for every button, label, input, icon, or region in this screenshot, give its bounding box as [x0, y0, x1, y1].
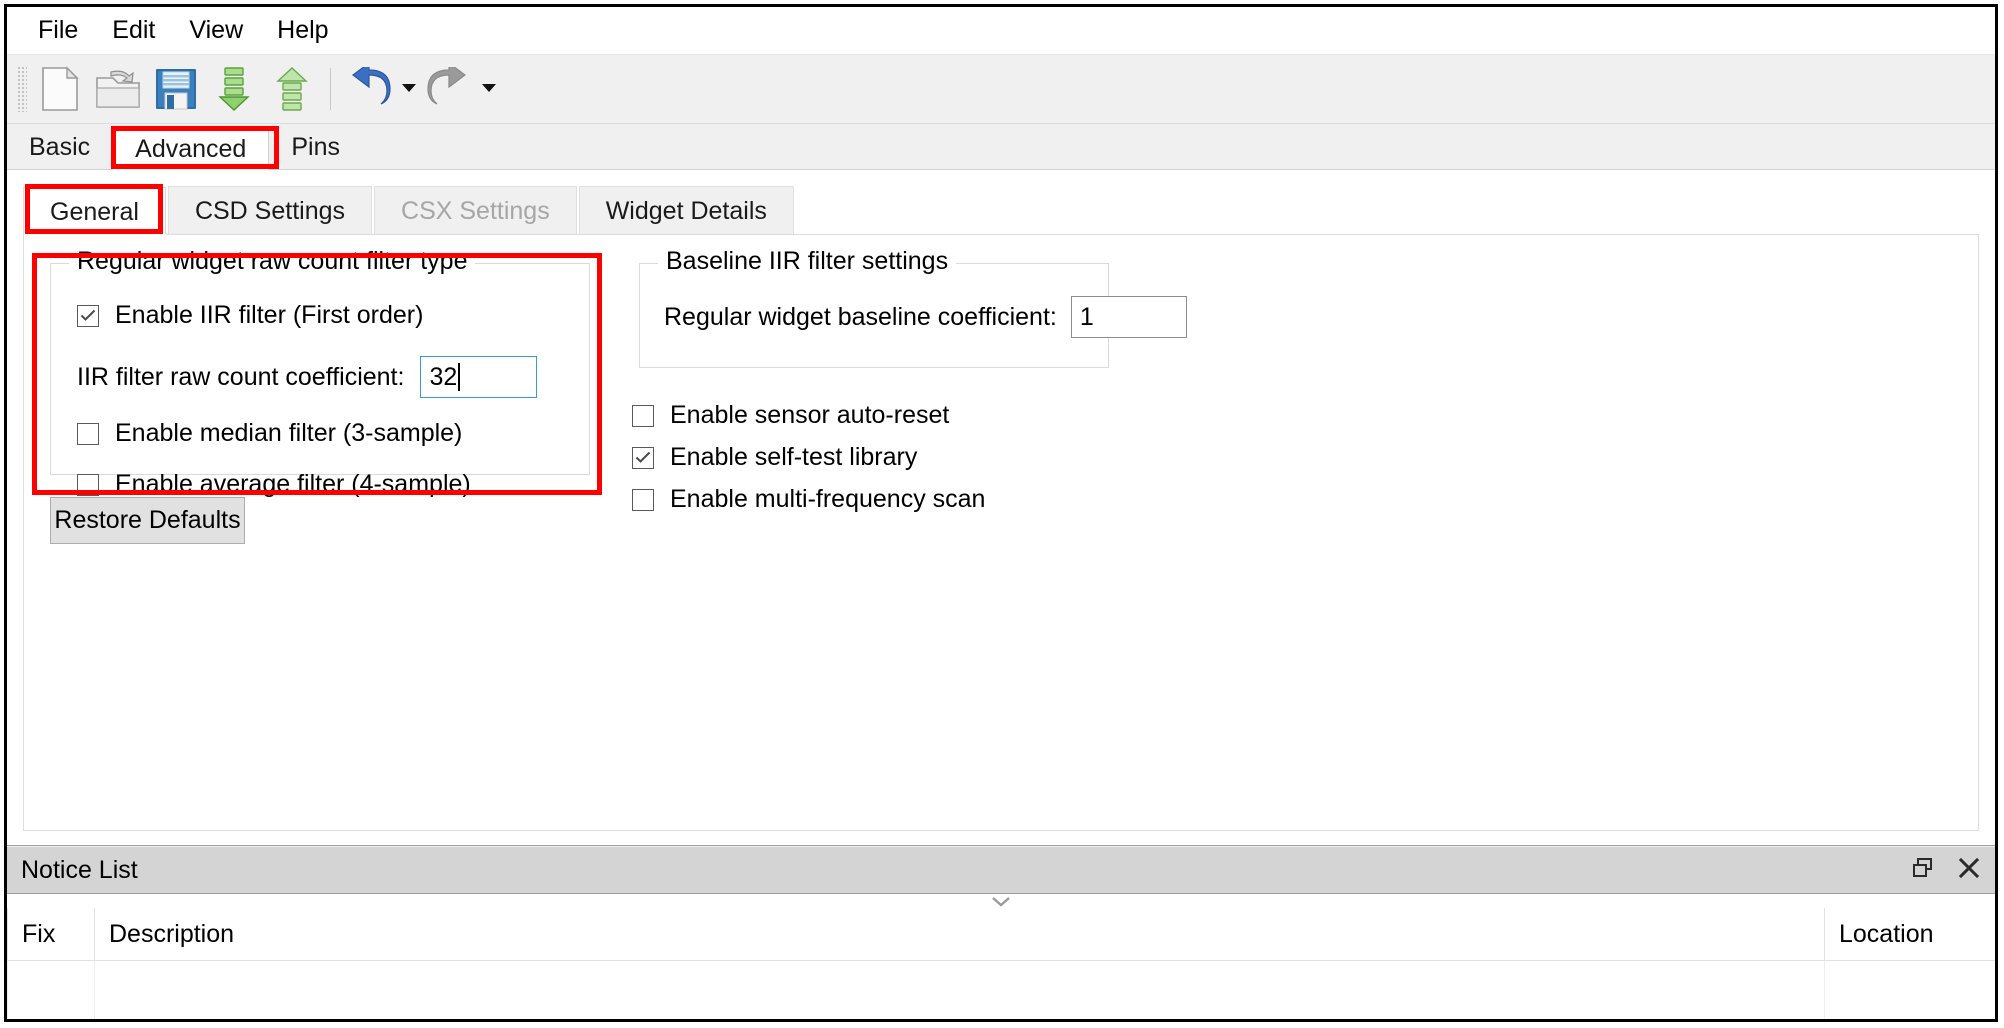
baseline-coefficient-row: Regular widget baseline coefficient: 1: [664, 296, 1187, 338]
enable-self-test-library-label: Enable self-test library: [670, 443, 918, 471]
column-header-location[interactable]: Location: [1825, 908, 1995, 960]
tab-pins[interactable]: Pins: [269, 126, 362, 169]
application-window: File Edit View Help Basic Advanced Pins …: [4, 4, 1998, 1022]
checkmark-icon: [635, 451, 651, 463]
notice-list-title: Notice List: [21, 855, 138, 884]
enable-median-filter-row[interactable]: Enable median filter (3-sample): [77, 419, 462, 448]
iir-coefficient-value: 32: [429, 362, 458, 391]
enable-multi-frequency-scan-label: Enable multi-frequency scan: [670, 485, 986, 513]
menu-item-edit[interactable]: Edit: [95, 14, 172, 47]
content-pane: General CSD Settings CSX Settings Widget…: [7, 170, 1995, 845]
open-file-button[interactable]: [89, 61, 147, 117]
close-icon: [1958, 857, 1980, 884]
enable-average-filter-row[interactable]: Enable average filter (4-sample): [77, 470, 471, 499]
save-icon: [154, 67, 198, 111]
save-button[interactable]: [147, 61, 205, 117]
column-header-description[interactable]: Description: [95, 908, 1825, 960]
enable-average-filter-label: Enable average filter (4-sample): [115, 470, 471, 498]
toolbar: [7, 55, 1995, 124]
open-folder-icon: [95, 68, 141, 110]
column-header-fix[interactable]: Fix: [7, 908, 95, 960]
subtab-general[interactable]: General: [23, 187, 166, 235]
toolbar-grip[interactable]: [17, 66, 27, 112]
enable-multi-frequency-scan-row[interactable]: Enable multi-frequency scan: [632, 485, 985, 514]
enable-sensor-auto-reset-label: Enable sensor auto-reset: [670, 401, 950, 429]
notice-list-close-button[interactable]: [1949, 850, 1989, 890]
notice-list-dock: Notice List Fix Description Location: [7, 845, 1995, 1019]
notice-list-rows: [7, 961, 1995, 1019]
undo-dropdown-arrow[interactable]: [398, 61, 420, 117]
checkmark-icon: [80, 309, 96, 321]
upload-icon: [272, 66, 312, 112]
new-file-icon: [40, 66, 80, 112]
notice-list-header: Notice List: [7, 846, 1995, 894]
download-icon: [214, 66, 254, 112]
undo-button[interactable]: [340, 61, 398, 117]
restore-defaults-button[interactable]: Restore Defaults: [50, 497, 245, 544]
menu-item-file[interactable]: File: [21, 14, 95, 47]
iir-coefficient-input[interactable]: 32: [420, 356, 538, 398]
redo-split-button[interactable]: [420, 61, 500, 117]
baseline-coefficient-label: Regular widget baseline coefficient:: [664, 302, 1057, 331]
menu-item-help[interactable]: Help: [260, 14, 345, 47]
notice-list-float-button[interactable]: [1903, 850, 1943, 890]
menu-bar: File Edit View Help: [7, 7, 1995, 55]
float-icon: [1912, 857, 1934, 884]
enable-self-test-library-checkbox[interactable]: [632, 446, 654, 469]
enable-sensor-auto-reset-row[interactable]: Enable sensor auto-reset: [632, 401, 949, 430]
secondary-tab-strip: General CSD Settings CSX Settings Widget…: [23, 184, 1979, 235]
baseline-coefficient-value: 1: [1079, 302, 1094, 331]
general-tab-panel: Regular widget raw count filter type Ena…: [23, 234, 1979, 831]
regular-widget-filter-group: Regular widget raw count filter type Ena…: [50, 247, 590, 498]
undo-split-button[interactable]: [340, 61, 420, 117]
enable-average-filter-checkbox[interactable]: [77, 473, 99, 496]
tab-basic[interactable]: Basic: [7, 126, 113, 169]
iir-coefficient-label: IIR filter raw count coefficient:: [77, 362, 405, 391]
baseline-iir-filter-group-title: Baseline IIR filter settings: [658, 247, 957, 276]
subtab-csd-settings[interactable]: CSD Settings: [167, 186, 373, 234]
subtab-widget-details[interactable]: Widget Details: [578, 186, 794, 234]
text-caret: [458, 363, 461, 391]
chevron-down-icon: [401, 80, 417, 98]
new-file-button[interactable]: [31, 61, 89, 117]
import-button[interactable]: [205, 61, 263, 117]
enable-median-filter-checkbox[interactable]: [77, 422, 99, 445]
toolbar-separator: [330, 68, 331, 110]
subtab-csx-settings: CSX Settings: [374, 186, 577, 234]
notice-list-description-column: [95, 961, 1825, 1019]
redo-button[interactable]: [420, 61, 478, 117]
tab-advanced[interactable]: Advanced: [112, 127, 270, 170]
enable-multi-frequency-scan-checkbox[interactable]: [632, 488, 654, 511]
notice-list-column-headers: Fix Description Location: [7, 908, 1995, 961]
redo-icon: [425, 67, 473, 111]
primary-tab-strip: Basic Advanced Pins: [7, 124, 1995, 170]
chevron-down-icon: [481, 80, 497, 98]
restore-defaults-label: Restore Defaults: [54, 506, 241, 534]
enable-self-test-library-row[interactable]: Enable self-test library: [632, 443, 917, 472]
export-button[interactable]: [263, 61, 321, 117]
enable-sensor-auto-reset-checkbox[interactable]: [632, 404, 654, 427]
iir-coefficient-row: IIR filter raw count coefficient: 32: [77, 356, 538, 398]
enable-iir-filter-row[interactable]: Enable IIR filter (First order): [77, 301, 423, 330]
notice-list-location-column: [1825, 961, 1995, 1019]
notice-list-fix-column: [7, 961, 95, 1019]
enable-iir-filter-label: Enable IIR filter (First order): [115, 301, 424, 329]
baseline-iir-filter-group: Baseline IIR filter settings Regular wid…: [639, 247, 1187, 368]
notice-list-collapse-handle[interactable]: [7, 894, 1995, 908]
baseline-coefficient-input[interactable]: 1: [1070, 296, 1187, 338]
menu-item-view[interactable]: View: [172, 14, 260, 47]
undo-icon: [345, 67, 393, 111]
enable-iir-filter-checkbox[interactable]: [77, 304, 99, 327]
regular-widget-filter-group-title: Regular widget raw count filter type: [69, 247, 476, 276]
redo-dropdown-arrow[interactable]: [478, 61, 500, 117]
enable-median-filter-label: Enable median filter (3-sample): [115, 419, 463, 447]
